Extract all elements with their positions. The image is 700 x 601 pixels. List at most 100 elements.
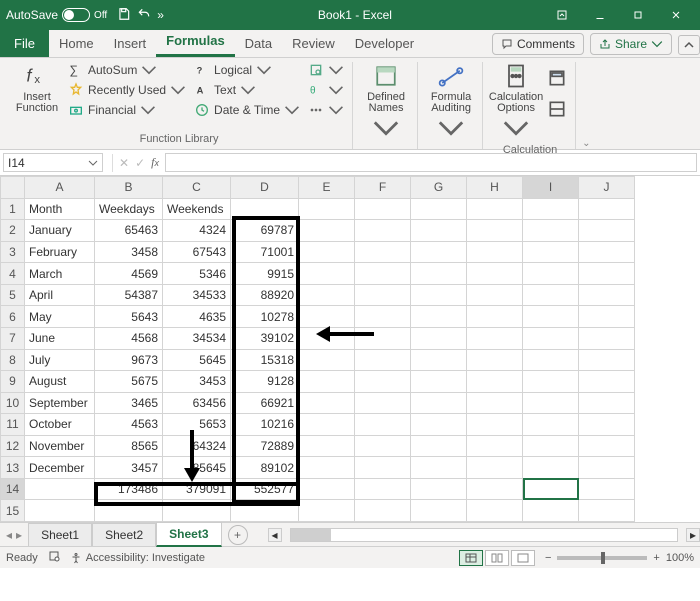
col-header-f[interactable]: F (355, 177, 411, 199)
cell[interactable]: 34534 (163, 327, 231, 349)
cell[interactable] (299, 371, 355, 393)
math-trig-button[interactable]: θ (308, 82, 344, 98)
row-header[interactable]: 4 (1, 263, 25, 285)
col-header-d[interactable]: D (231, 177, 299, 199)
cell[interactable]: 3465 (95, 392, 163, 414)
hscroll-track[interactable] (290, 528, 678, 542)
cell[interactable] (355, 220, 411, 242)
cell[interactable] (579, 478, 635, 500)
cell[interactable] (355, 392, 411, 414)
col-header-a[interactable]: A (25, 177, 95, 199)
cell[interactable] (355, 306, 411, 328)
cell[interactable] (299, 198, 355, 220)
cell[interactable] (355, 349, 411, 371)
cell[interactable] (579, 327, 635, 349)
cell[interactable]: 3453 (163, 371, 231, 393)
accessibility-status[interactable]: Accessibility: Investigate (70, 552, 205, 564)
cell[interactable] (467, 198, 523, 220)
cell[interactable] (523, 392, 579, 414)
cell[interactable] (523, 371, 579, 393)
cell[interactable] (355, 241, 411, 263)
cell[interactable]: 10216 (231, 414, 299, 436)
cell[interactable] (411, 500, 467, 522)
select-all-button[interactable] (1, 177, 25, 199)
cell[interactable] (523, 306, 579, 328)
cell[interactable]: March (25, 263, 95, 285)
cell[interactable] (467, 500, 523, 522)
cell[interactable]: 4635 (163, 306, 231, 328)
maximize-button[interactable] (620, 3, 656, 27)
cell[interactable] (467, 392, 523, 414)
row-header[interactable]: 6 (1, 306, 25, 328)
cell[interactable] (579, 220, 635, 242)
macro-record-icon[interactable] (48, 550, 60, 565)
ribbon-collapse-icon[interactable]: ⌄ (582, 138, 590, 149)
row-header[interactable]: 8 (1, 349, 25, 371)
cell[interactable] (411, 327, 467, 349)
defined-names-button[interactable]: Defined Names (363, 62, 409, 144)
cell[interactable] (579, 371, 635, 393)
cell[interactable]: Month (25, 198, 95, 220)
zoom-in-button[interactable]: + (653, 552, 659, 564)
sheet-tab-2[interactable]: Sheet2 (92, 523, 156, 546)
view-normal-button[interactable] (459, 550, 483, 566)
row-header[interactable]: 14 (1, 478, 25, 500)
cell[interactable] (411, 263, 467, 285)
cell[interactable] (467, 220, 523, 242)
comments-button[interactable]: Comments (492, 33, 584, 55)
cell[interactable] (523, 500, 579, 522)
sheet-tab-3[interactable]: Sheet3 (156, 522, 221, 547)
cell[interactable] (299, 284, 355, 306)
cell[interactable] (355, 198, 411, 220)
cell[interactable] (299, 457, 355, 479)
cell[interactable] (467, 306, 523, 328)
cell[interactable]: 4569 (95, 263, 163, 285)
autosum-button[interactable]: ∑AutoSum (68, 62, 186, 78)
cell[interactable] (523, 220, 579, 242)
cell[interactable]: August (25, 371, 95, 393)
calculate-sheet-button[interactable] (547, 99, 567, 122)
financial-button[interactable]: Financial (68, 102, 186, 118)
row-header[interactable]: 9 (1, 371, 25, 393)
cell[interactable] (467, 371, 523, 393)
date-time-button[interactable]: Date & Time (194, 102, 300, 118)
sheet-tab-1[interactable]: Sheet1 (28, 523, 92, 546)
cell[interactable]: September (25, 392, 95, 414)
cell[interactable]: 64324 (163, 435, 231, 457)
cell[interactable] (299, 306, 355, 328)
cell[interactable] (467, 241, 523, 263)
cell[interactable] (411, 349, 467, 371)
cell[interactable] (25, 500, 95, 522)
cell[interactable] (579, 414, 635, 436)
cell[interactable] (523, 435, 579, 457)
hscroll-right-button[interactable]: ▸ (686, 528, 700, 542)
cell[interactable]: 15318 (231, 349, 299, 371)
cell[interactable] (299, 392, 355, 414)
col-header-c[interactable]: C (163, 177, 231, 199)
cell[interactable] (579, 306, 635, 328)
cell[interactable] (523, 263, 579, 285)
view-page-layout-button[interactable] (485, 550, 509, 566)
cell[interactable] (579, 241, 635, 263)
cell[interactable]: January (25, 220, 95, 242)
cell[interactable] (467, 478, 523, 500)
cell[interactable]: 9915 (231, 263, 299, 285)
col-header-e[interactable]: E (299, 177, 355, 199)
cell[interactable]: 3457 (95, 457, 163, 479)
cell[interactable]: April (25, 284, 95, 306)
cell[interactable] (411, 241, 467, 263)
row-header[interactable]: 11 (1, 414, 25, 436)
row-header[interactable]: 13 (1, 457, 25, 479)
cell[interactable] (523, 457, 579, 479)
undo-button[interactable] (137, 7, 151, 24)
tab-review[interactable]: Review (282, 30, 345, 57)
cell[interactable] (355, 327, 411, 349)
col-header-g[interactable]: G (411, 177, 467, 199)
cell[interactable] (299, 414, 355, 436)
cell[interactable] (411, 198, 467, 220)
cell[interactable]: 173486 (95, 478, 163, 500)
view-page-break-button[interactable] (511, 550, 535, 566)
cell[interactable]: 72889 (231, 435, 299, 457)
cell[interactable] (579, 392, 635, 414)
cell[interactable] (523, 327, 579, 349)
